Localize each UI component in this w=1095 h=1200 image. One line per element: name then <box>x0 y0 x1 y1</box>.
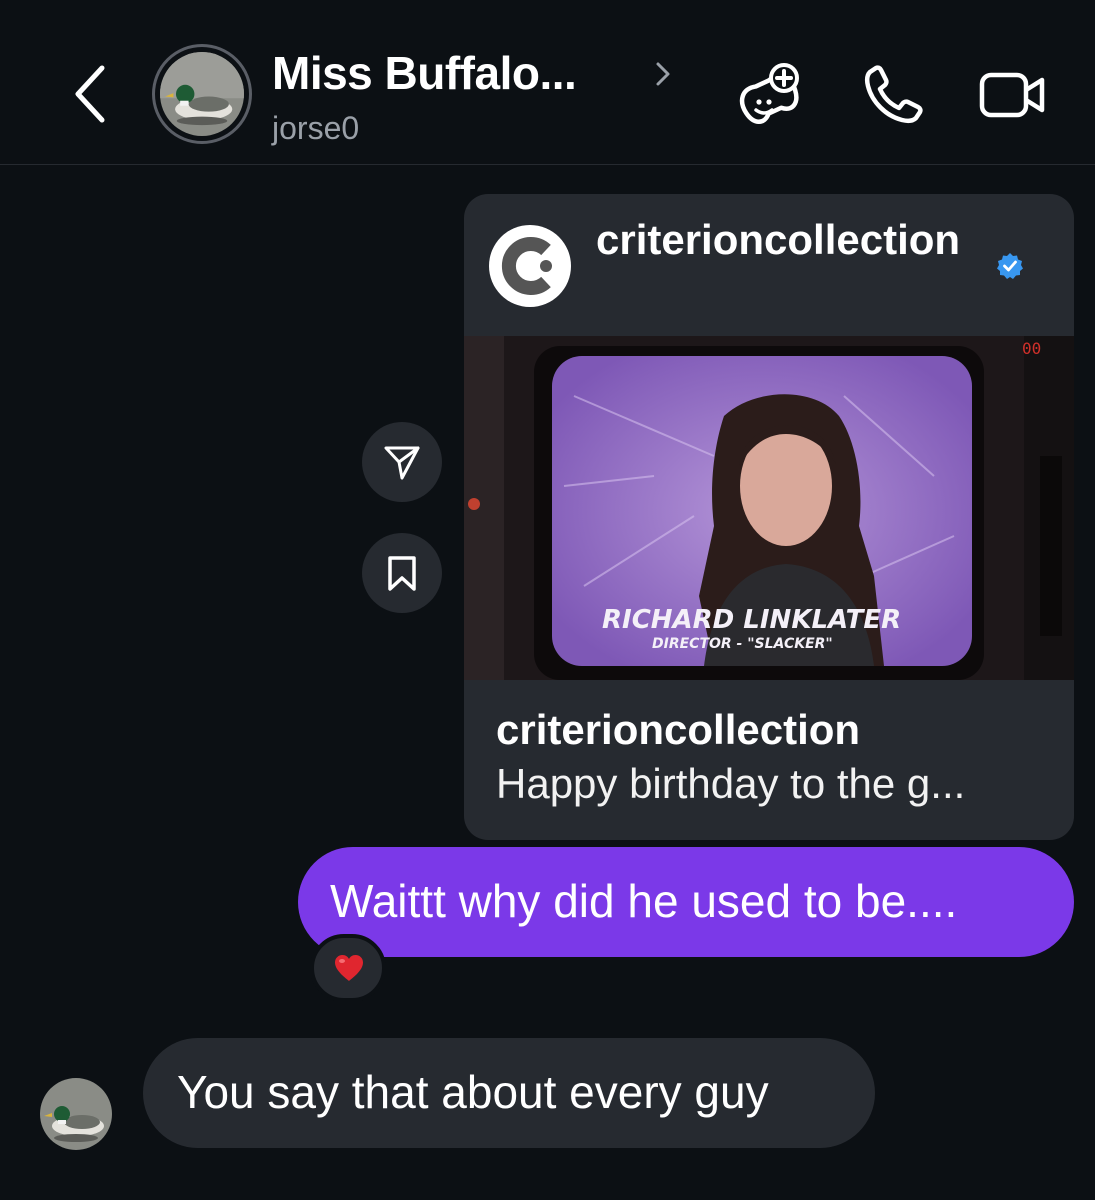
heart-reaction-icon <box>335 955 363 981</box>
game-controller-add-icon <box>739 63 799 124</box>
overlay-counter-text: 00 <box>1022 339 1041 358</box>
back-chevron-icon <box>75 65 105 123</box>
thread-header: Miss Buffalo... jorse0 <box>0 0 1095 165</box>
shared-post-image[interactable]: RICHARD LINKLATER DIRECTOR - "SLACKER" 0… <box>464 336 1074 680</box>
contact-username: jorse0 <box>272 110 360 146</box>
back-button[interactable] <box>66 62 116 126</box>
phone-icon <box>864 65 923 124</box>
contact-name[interactable]: Miss Buffalo... <box>272 46 577 100</box>
video-call-button[interactable] <box>976 58 1050 132</box>
contact-avatar[interactable] <box>152 44 252 144</box>
verified-badge-icon <box>996 252 1024 280</box>
sender-avatar[interactable] <box>40 1078 112 1150</box>
outgoing-message-bubble[interactable]: Waittt why did he used to be.... <box>298 847 1074 957</box>
video-camera-icon <box>979 72 1045 118</box>
games-button[interactable] <box>732 58 806 132</box>
bookmark-icon <box>388 556 416 591</box>
overlay-name-text: RICHARD LINKLATER <box>602 605 901 635</box>
incoming-message-bubble[interactable]: You say that about every guy <box>143 1038 875 1148</box>
shared-post-card[interactable]: criterioncollection RICHARD LINKLATER DI… <box>464 194 1074 840</box>
criterion-logo-icon <box>488 224 572 308</box>
shared-post-header: criterioncollection <box>464 194 1074 336</box>
chevron-right-icon[interactable] <box>652 58 674 90</box>
voice-call-button[interactable] <box>856 58 930 132</box>
dm-thread-screen: Miss Buffalo... jorse0 criterioncollecti… <box>0 0 1095 1200</box>
duck-avatar-image <box>160 52 244 136</box>
incoming-message-text: You say that about every guy <box>177 1066 769 1118</box>
duck-avatar-image <box>40 1078 112 1150</box>
message-reaction[interactable] <box>310 934 386 1002</box>
outgoing-message-text: Waittt why did he used to be.... <box>330 875 958 927</box>
share-post-button[interactable] <box>362 422 442 502</box>
shared-post-caption-user: criterioncollection <box>496 706 861 753</box>
overlay-subtitle-text: DIRECTOR - "SLACKER" <box>652 636 833 652</box>
shared-post-account[interactable]: criterioncollection <box>596 212 996 268</box>
save-post-button[interactable] <box>362 533 442 613</box>
shared-post-caption-text: Happy birthday to the g... <box>496 760 966 807</box>
paper-plane-icon <box>384 446 420 480</box>
